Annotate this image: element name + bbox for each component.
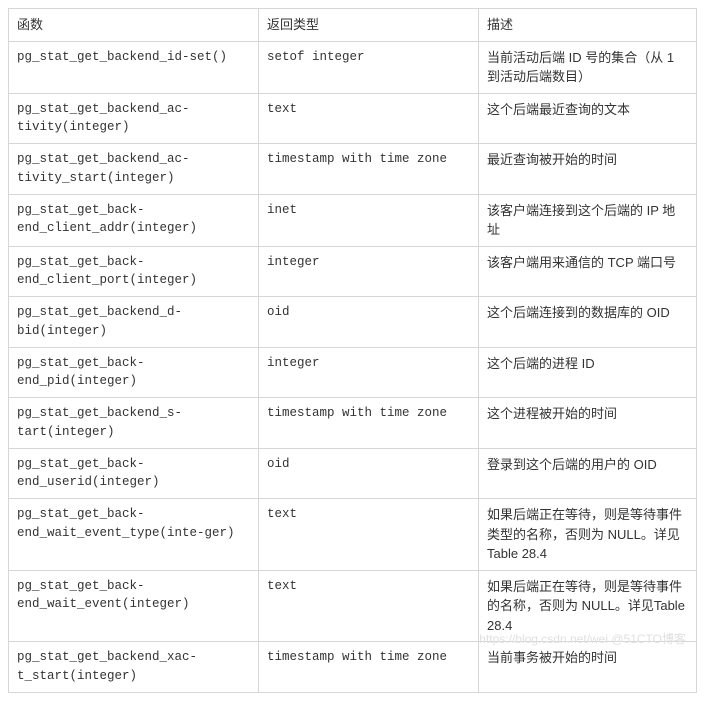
- desc-cell: 最近查询被开始的时间: [479, 144, 697, 195]
- func-cell: pg_stat_get_back-end_wait_event_type(int…: [9, 499, 259, 571]
- table-row: pg_stat_get_backend_id-set()setof intege…: [9, 41, 697, 93]
- function-table: 函数 返回类型 描述 pg_stat_get_backend_id-set()s…: [8, 8, 697, 693]
- desc-cell: 登录到这个后端的用户的 OID: [479, 448, 697, 499]
- rtype-cell: inet: [259, 194, 479, 246]
- table-row: pg_stat_get_backend_ac-tivity_start(inte…: [9, 144, 697, 195]
- func-cell: pg_stat_get_backend_ac-tivity(integer): [9, 93, 259, 144]
- header-rtype: 返回类型: [259, 9, 479, 42]
- table-row: pg_stat_get_backend_ac-tivity(integer)te…: [9, 93, 697, 144]
- table-header-row: 函数 返回类型 描述: [9, 9, 697, 42]
- func-cell: pg_stat_get_back-end_pid(integer): [9, 347, 259, 398]
- rtype-cell: text: [259, 570, 479, 642]
- desc-cell: 这个后端的进程 ID: [479, 347, 697, 398]
- rtype-cell: integer: [259, 347, 479, 398]
- rtype-cell: text: [259, 93, 479, 144]
- func-cell: pg_stat_get_backend_xac-t_start(integer): [9, 642, 259, 693]
- rtype-cell: timestamp with time zone: [259, 642, 479, 693]
- table-row: pg_stat_get_back-end_pid(integer)integer…: [9, 347, 697, 398]
- func-cell: pg_stat_get_back-end_userid(integer): [9, 448, 259, 499]
- func-cell: pg_stat_get_backend_id-set(): [9, 41, 259, 93]
- desc-cell: 当前事务被开始的时间: [479, 642, 697, 693]
- table-row: pg_stat_get_back-end_client_port(integer…: [9, 246, 697, 297]
- rtype-cell: oid: [259, 297, 479, 348]
- header-func: 函数: [9, 9, 259, 42]
- table-row: pg_stat_get_backend_xac-t_start(integer)…: [9, 642, 697, 693]
- rtype-cell: oid: [259, 448, 479, 499]
- rtype-cell: timestamp with time zone: [259, 398, 479, 449]
- desc-cell: 当前活动后端 ID 号的集合（从 1 到活动后端数目）: [479, 41, 697, 93]
- func-cell: pg_stat_get_back-end_client_addr(integer…: [9, 194, 259, 246]
- table-row: pg_stat_get_back-end_wait_event_type(int…: [9, 499, 697, 571]
- rtype-cell: timestamp with time zone: [259, 144, 479, 195]
- desc-cell: 该客户端连接到这个后端的 IP 地址: [479, 194, 697, 246]
- rtype-cell: setof integer: [259, 41, 479, 93]
- table-row: pg_stat_get_backend_s-tart(integer)times…: [9, 398, 697, 449]
- func-cell: pg_stat_get_backend_d-bid(integer): [9, 297, 259, 348]
- func-cell: pg_stat_get_backend_s-tart(integer): [9, 398, 259, 449]
- func-cell: pg_stat_get_backend_ac-tivity_start(inte…: [9, 144, 259, 195]
- desc-cell: 这个后端连接到的数据库的 OID: [479, 297, 697, 348]
- header-desc: 描述: [479, 9, 697, 42]
- func-cell: pg_stat_get_back-end_wait_event(integer): [9, 570, 259, 642]
- table-row: pg_stat_get_back-end_userid(integer)oid登…: [9, 448, 697, 499]
- desc-cell: 这个后端最近查询的文本: [479, 93, 697, 144]
- table-row: pg_stat_get_backend_d-bid(integer)oid这个后…: [9, 297, 697, 348]
- desc-cell: 这个进程被开始的时间: [479, 398, 697, 449]
- table-row: pg_stat_get_back-end_client_addr(integer…: [9, 194, 697, 246]
- rtype-cell: integer: [259, 246, 479, 297]
- desc-cell: 该客户端用来通信的 TCP 端口号: [479, 246, 697, 297]
- desc-cell: 如果后端正在等待，则是等待事件的名称，否则为 NULL。详见Table 28.4: [479, 570, 697, 642]
- rtype-cell: text: [259, 499, 479, 571]
- func-cell: pg_stat_get_back-end_client_port(integer…: [9, 246, 259, 297]
- table-row: pg_stat_get_back-end_wait_event(integer)…: [9, 570, 697, 642]
- desc-cell: 如果后端正在等待，则是等待事件类型的名称，否则为 NULL。详见Table 28…: [479, 499, 697, 571]
